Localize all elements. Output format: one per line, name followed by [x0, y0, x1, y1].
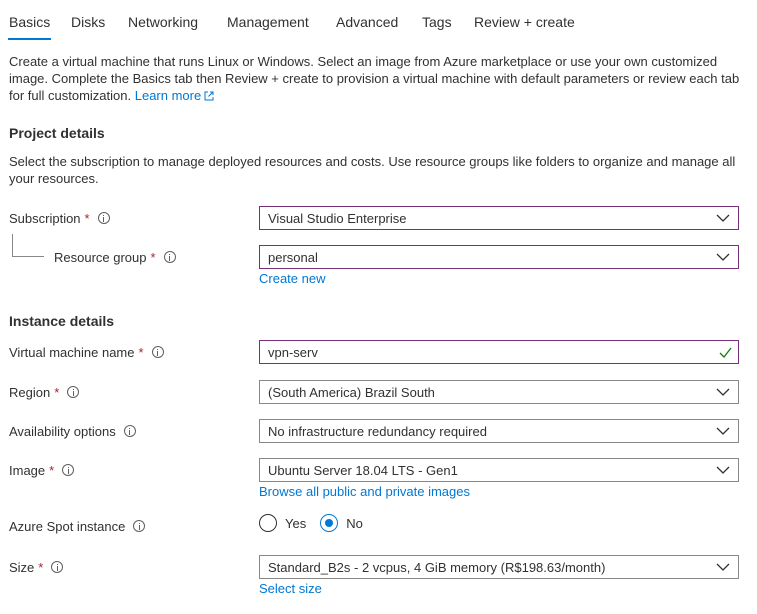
browse-images-link[interactable]: Browse all public and private images	[259, 484, 470, 499]
tab-advanced[interactable]: Advanced	[336, 14, 398, 30]
availability-label: Availability options	[9, 423, 116, 439]
image-label-row: Image *	[9, 461, 75, 479]
region-label: Region	[9, 384, 51, 400]
availability-select[interactable]: No infrastructure redundancy required	[259, 419, 739, 443]
availability-label-row: Availability options	[9, 422, 136, 440]
tab-bar: Basics Disks Networking Management Advan…	[0, 0, 757, 41]
resource-group-label-row: Resource group *	[54, 248, 176, 266]
tree-line	[12, 256, 44, 257]
info-icon[interactable]	[97, 212, 110, 224]
availability-value: No infrastructure redundancy required	[268, 423, 487, 439]
vm-name-label: Virtual machine name	[9, 344, 135, 360]
vm-name-input[interactable]: vpn-serv	[259, 340, 739, 364]
subscription-label: Subscription	[9, 210, 81, 226]
size-value: Standard_B2s - 2 vcpus, 4 GiB memory (R$…	[268, 559, 606, 575]
region-value: (South America) Brazil South	[268, 384, 435, 400]
learn-more-link[interactable]: Learn more	[135, 88, 214, 103]
info-icon[interactable]	[51, 561, 64, 573]
resource-group-value: personal	[268, 249, 318, 265]
image-select[interactable]: Ubuntu Server 18.04 LTS - Gen1	[259, 458, 739, 482]
info-icon[interactable]	[151, 346, 164, 358]
info-icon[interactable]	[133, 520, 146, 532]
required-marker: *	[138, 344, 144, 360]
region-select[interactable]: (South America) Brazil South	[259, 380, 739, 404]
tab-review-create[interactable]: Review + create	[474, 14, 575, 30]
size-label: Size	[9, 559, 35, 575]
intro-description: Create a virtual machine that runs Linux…	[9, 54, 740, 103]
tab-basics[interactable]: Basics	[9, 14, 50, 30]
intro-text: Create a virtual machine that runs Linux…	[9, 53, 749, 104]
tree-line	[12, 234, 13, 256]
checkmark-icon	[719, 347, 732, 358]
required-marker: *	[49, 462, 55, 478]
spot-no-radio[interactable]: No	[320, 514, 363, 532]
info-icon[interactable]	[67, 386, 80, 398]
subscription-select[interactable]: Visual Studio Enterprise	[259, 206, 739, 230]
external-link-icon	[204, 91, 214, 101]
info-icon[interactable]	[163, 251, 176, 263]
required-marker: *	[150, 249, 156, 265]
required-marker: *	[54, 384, 60, 400]
tab-disks[interactable]: Disks	[71, 14, 105, 30]
spot-yes-label: Yes	[285, 515, 307, 531]
active-tab-indicator	[8, 38, 51, 40]
size-select[interactable]: Standard_B2s - 2 vcpus, 4 GiB memory (R$…	[259, 555, 739, 579]
required-marker: *	[84, 210, 90, 226]
chevron-down-icon	[716, 466, 730, 474]
chevron-down-icon	[716, 388, 730, 396]
tab-networking[interactable]: Networking	[128, 14, 198, 30]
resource-group-select[interactable]: personal	[259, 245, 739, 269]
radio-unchecked-icon	[259, 514, 277, 532]
tab-management[interactable]: Management	[227, 14, 309, 30]
create-new-link[interactable]: Create new	[259, 271, 325, 286]
info-icon[interactable]	[62, 464, 75, 476]
vm-name-value: vpn-serv	[268, 344, 318, 360]
vm-name-label-row: Virtual machine name *	[9, 343, 164, 361]
image-label: Image	[9, 462, 46, 478]
info-icon[interactable]	[123, 425, 136, 437]
subscription-value: Visual Studio Enterprise	[268, 210, 407, 226]
image-value: Ubuntu Server 18.04 LTS - Gen1	[268, 462, 458, 478]
learn-more-label: Learn more	[134, 88, 202, 103]
resource-group-label: Resource group	[54, 249, 147, 265]
select-size-link[interactable]: Select size	[259, 581, 322, 596]
chevron-down-icon	[716, 214, 730, 222]
instance-details-heading: Instance details	[9, 313, 115, 329]
spot-label: Azure Spot instance	[9, 518, 126, 534]
region-label-row: Region *	[9, 383, 80, 401]
spot-yes-radio[interactable]: Yes	[259, 514, 306, 532]
project-details-heading: Project details	[9, 125, 105, 141]
project-details-description: Select the subscription to manage deploy…	[9, 154, 736, 186]
spot-radio-group: Yes No	[259, 513, 377, 533]
chevron-down-icon	[716, 253, 730, 261]
subscription-label-row: Subscription *	[9, 209, 110, 227]
spot-label-row: Azure Spot instance	[9, 517, 146, 535]
radio-checked-icon	[320, 514, 339, 532]
tab-tags[interactable]: Tags	[422, 14, 452, 30]
chevron-down-icon	[716, 563, 730, 571]
size-label-row: Size *	[9, 558, 64, 576]
required-marker: *	[38, 559, 44, 575]
chevron-down-icon	[716, 427, 730, 435]
spot-no-label: No	[346, 515, 363, 531]
